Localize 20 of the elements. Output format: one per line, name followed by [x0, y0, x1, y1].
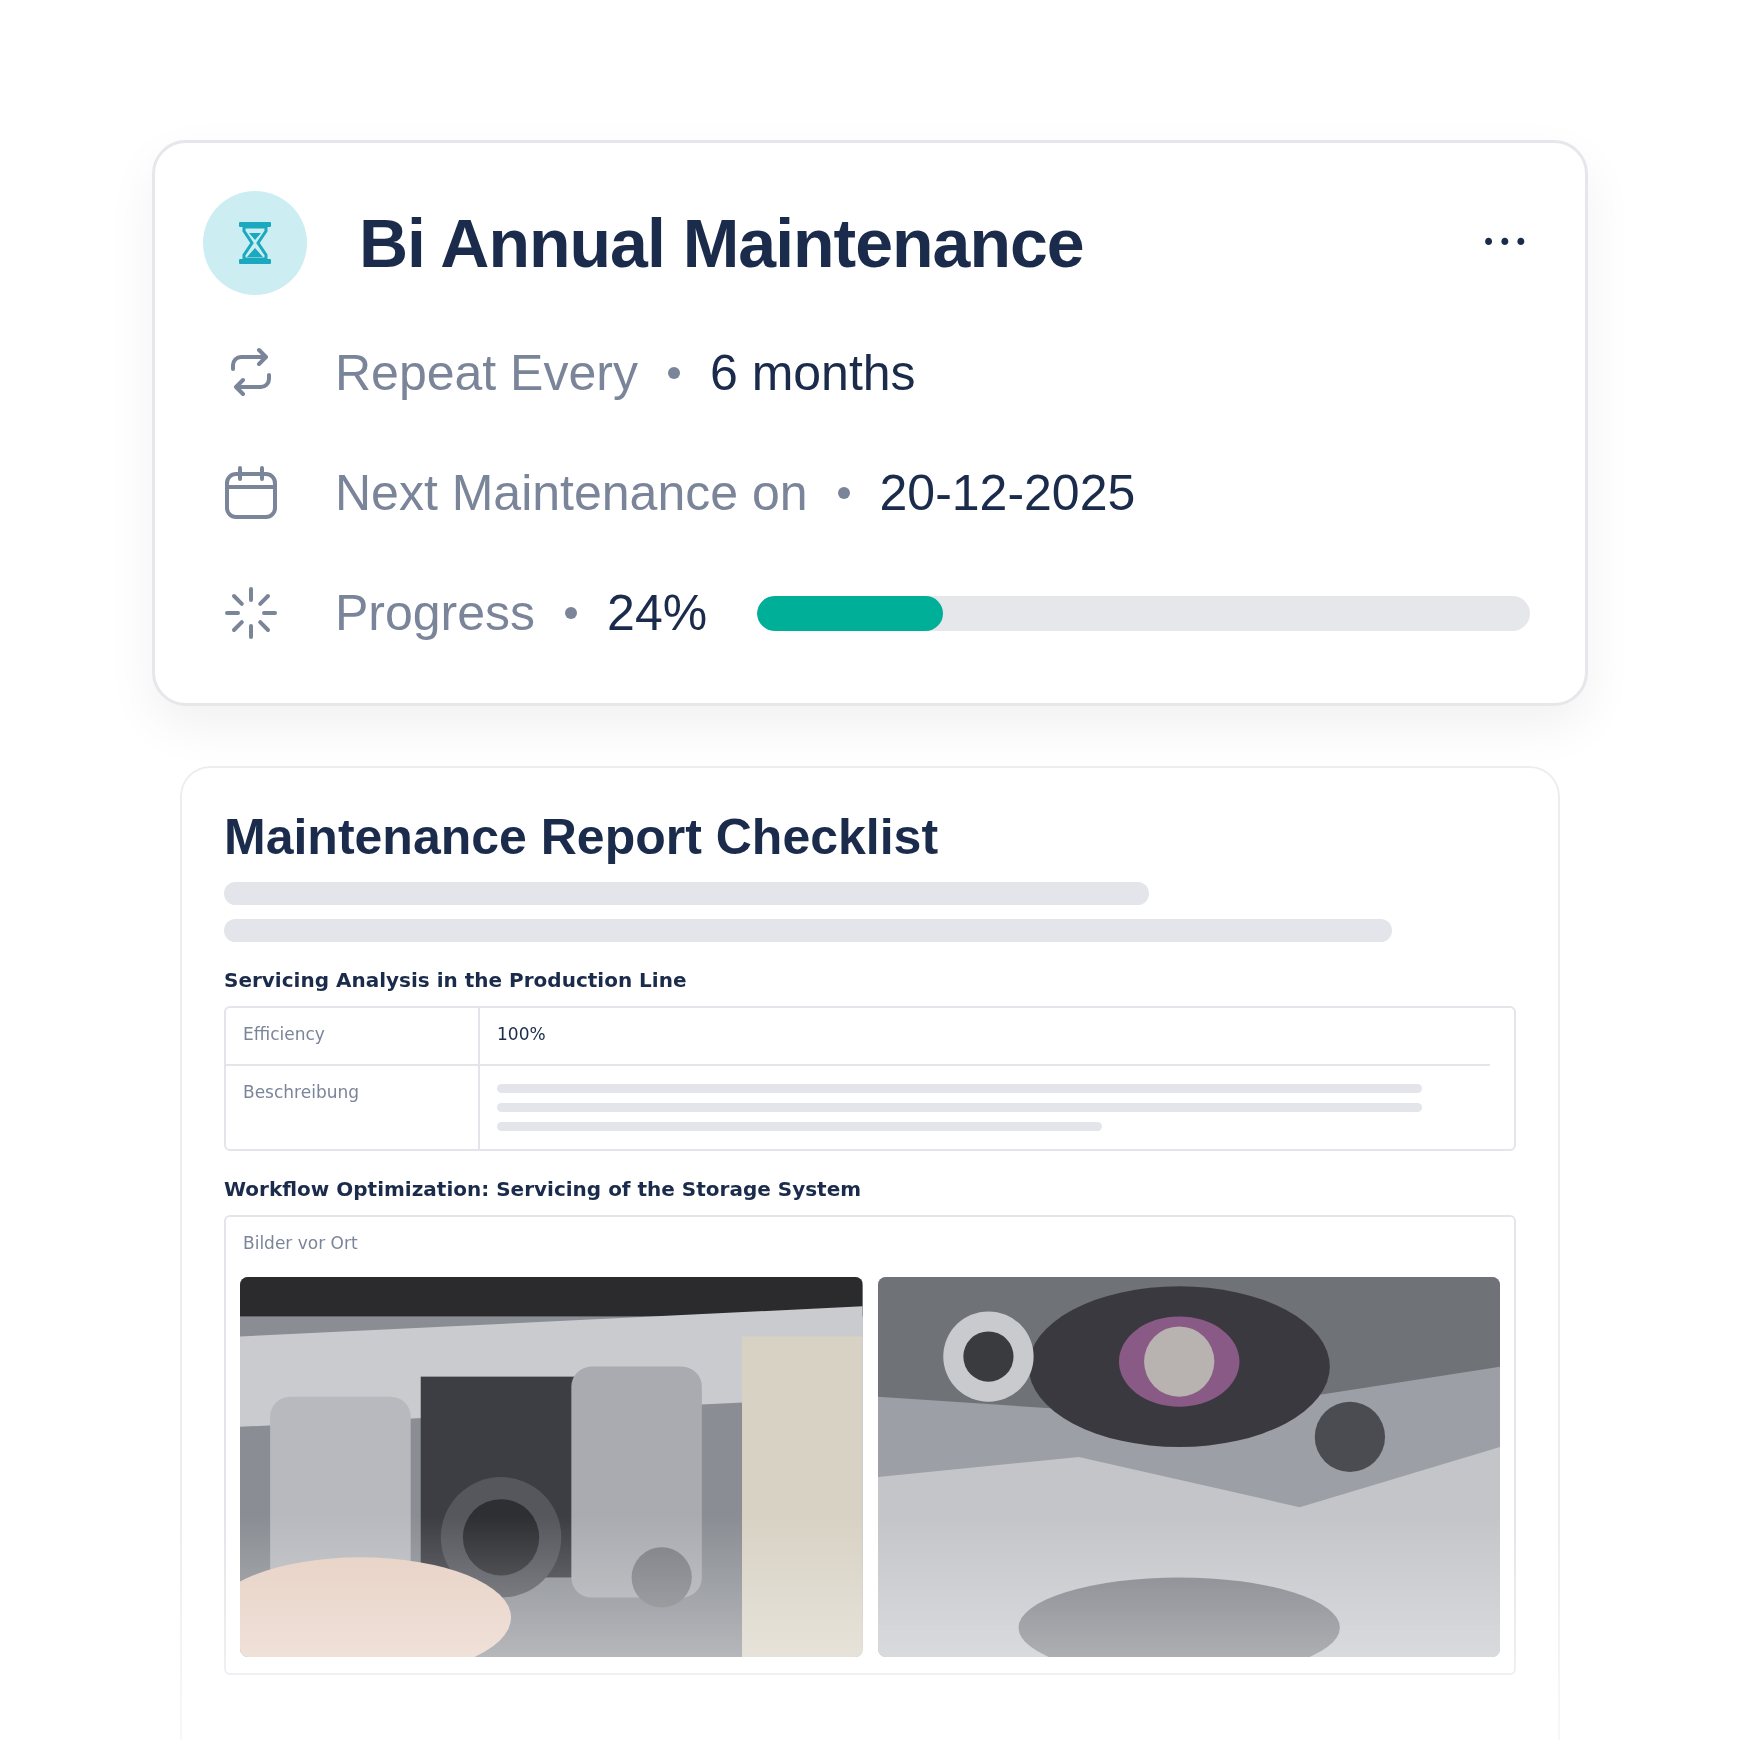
table-cell-text: 100%: [496, 1023, 547, 1046]
card-title: Bi Annual Maintenance: [359, 204, 1085, 282]
photo-label: Bilder vor Ort: [243, 1233, 359, 1253]
table-cell: Efficiency: [226, 1008, 480, 1064]
section-heading: Servicing Analysis in the Production Line: [224, 968, 688, 992]
detail-label: Next Maintenance on: [335, 464, 808, 522]
loader-icon: [223, 585, 279, 641]
detail-value: 6 months: [709, 344, 916, 402]
bullet-dot: [667, 367, 680, 379]
detail-label: Progress: [335, 584, 536, 642]
detail-value: 24%: [607, 584, 708, 642]
section-heading: Workflow Optimization: Servicing of the Storage System: [224, 1177, 863, 1201]
report-title: Maintenance Report Checklist: [224, 808, 940, 866]
detail-label: Repeat Every: [335, 344, 638, 402]
table-cell: Beschreibung: [226, 1064, 480, 1149]
more-button[interactable]: •••: [1481, 229, 1530, 257]
bullet-dot: [837, 487, 850, 499]
calendar-icon: [223, 465, 279, 521]
detail-value: 20-12-2025: [879, 464, 1136, 522]
bullet-dot: [565, 607, 578, 619]
